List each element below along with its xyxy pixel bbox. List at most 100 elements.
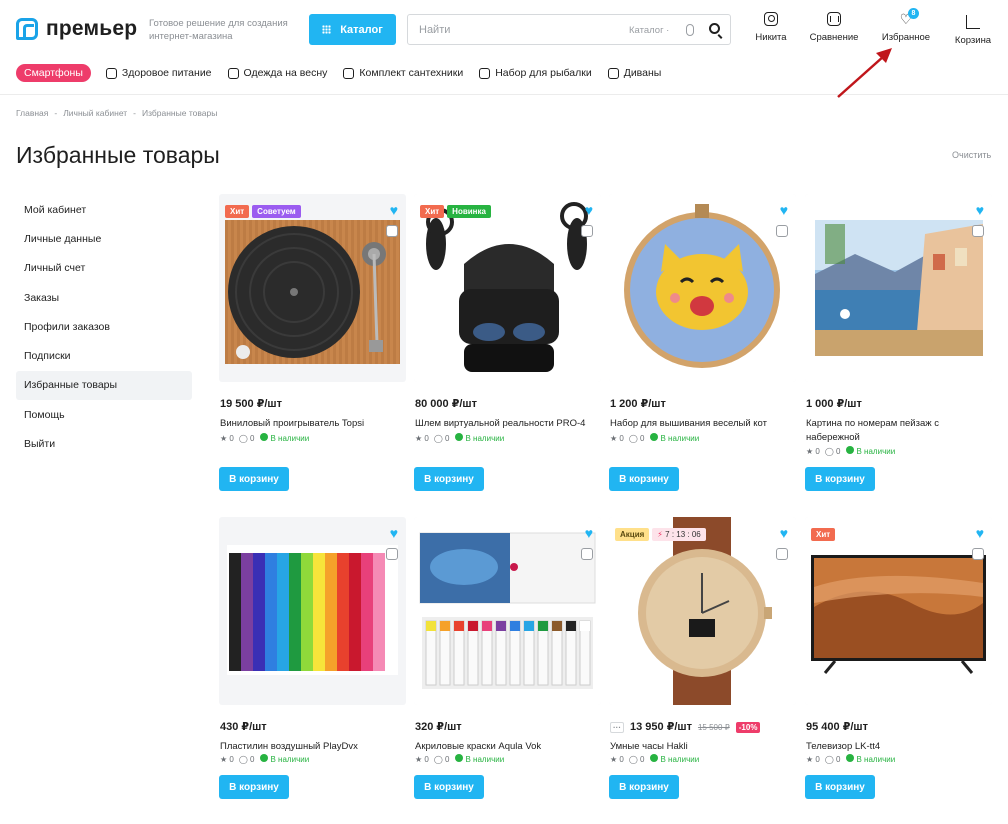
favorite-heart-icon[interactable]: ♥ bbox=[585, 203, 593, 217]
compare-icon[interactable] bbox=[972, 548, 984, 560]
product-name[interactable]: Виниловый проигрыватель Topsi bbox=[220, 417, 405, 431]
compare-icon[interactable] bbox=[386, 548, 398, 560]
microphone-icon[interactable] bbox=[686, 24, 694, 36]
breadcrumb-account[interactable]: Личный кабинет bbox=[63, 108, 127, 118]
product-meta: ★ 0 ◯ 0 В наличии bbox=[220, 433, 309, 443]
reviews-icon: ◯ bbox=[238, 754, 251, 764]
rating-value: 0 bbox=[229, 433, 234, 443]
category-item[interactable]: Диваны bbox=[607, 67, 662, 79]
apple-icon bbox=[105, 67, 117, 79]
product-name[interactable]: Телевизор LK-tt4 bbox=[806, 740, 991, 754]
product-name[interactable]: Картина по номерам пейзаж с набережной bbox=[806, 417, 991, 445]
search-scope-select[interactable]: Каталог · bbox=[629, 25, 669, 36]
add-to-cart-button[interactable]: В корзину bbox=[414, 467, 484, 491]
product-badges: Хит Новинка bbox=[420, 205, 491, 218]
header-favorites[interactable]: ♡ 8 Избранное bbox=[878, 8, 934, 43]
product-name[interactable]: Пластилин воздушный PlayDvx bbox=[220, 740, 405, 754]
check-icon bbox=[649, 754, 658, 762]
category-item[interactable]: Набор для рыбалки bbox=[479, 67, 592, 79]
add-to-cart-button[interactable]: В корзину bbox=[805, 467, 875, 491]
category-item[interactable]: Одежда на весну bbox=[227, 67, 328, 79]
favorite-heart-icon[interactable]: ♥ bbox=[976, 526, 984, 540]
product-image[interactable]: ♥ bbox=[414, 517, 601, 705]
add-to-cart-button[interactable]: В корзину bbox=[219, 775, 289, 799]
add-to-cart-button[interactable]: В корзину bbox=[609, 775, 679, 799]
compare-icon[interactable] bbox=[776, 548, 788, 560]
clear-favorites-link[interactable]: Очистить bbox=[952, 150, 991, 160]
turntable-image bbox=[225, 220, 400, 364]
product-image[interactable]: ♥ bbox=[219, 517, 406, 705]
check-icon bbox=[649, 433, 658, 441]
product-name[interactable]: Акриловые краски Aqula Vok bbox=[415, 740, 600, 754]
sidebar-item-orders[interactable]: Заказы bbox=[16, 283, 192, 312]
category-item[interactable]: Здоровое питание bbox=[105, 67, 212, 79]
add-to-cart-button[interactable]: В корзину bbox=[414, 775, 484, 799]
sale-timer-value: 7 : 13 : 06 bbox=[665, 530, 701, 539]
product-image[interactable]: Акция ⚡ 7 : 13 : 06 ♥ bbox=[609, 517, 796, 705]
header: премьер Готовое решение для создания инт… bbox=[0, 0, 1008, 56]
header-compare[interactable]: Сравнение bbox=[805, 12, 863, 43]
compare-icon[interactable] bbox=[972, 225, 984, 237]
add-to-cart-button[interactable]: В корзину bbox=[805, 775, 875, 799]
add-to-cart-button[interactable]: В корзину bbox=[609, 467, 679, 491]
breadcrumb-current: Избранные товары bbox=[142, 108, 218, 118]
favorite-heart-icon[interactable]: ♥ bbox=[390, 526, 398, 540]
header-cart[interactable]: Корзина bbox=[951, 12, 995, 46]
category-bar: Смартфоны Здоровое питание Одежда на вес… bbox=[16, 63, 677, 83]
breadcrumb-home[interactable]: Главная bbox=[16, 108, 48, 118]
badge-hit: Хит bbox=[811, 528, 836, 541]
compare-icon[interactable] bbox=[581, 548, 593, 560]
product-image[interactable]: Хит Новинка ♥ bbox=[414, 194, 601, 382]
search-icon[interactable] bbox=[709, 23, 720, 34]
header-profile[interactable]: Никита bbox=[752, 12, 790, 43]
product-name[interactable]: Умные часы Hakli bbox=[610, 740, 795, 754]
product-image[interactable]: ♥ bbox=[805, 194, 992, 382]
stock-status: В наличии bbox=[649, 433, 700, 443]
more-options-icon[interactable]: ··· bbox=[610, 722, 624, 733]
stock-label: В наличии bbox=[270, 755, 310, 764]
compare-icon[interactable] bbox=[776, 225, 788, 237]
sidebar-item-favorites[interactable]: Избранные товары bbox=[16, 370, 192, 401]
product-image[interactable]: ♥ bbox=[609, 194, 796, 382]
category-item[interactable]: Комплект сантехники bbox=[343, 67, 463, 79]
header-divider bbox=[0, 94, 1008, 95]
product-price: 1 200 ₽/шт bbox=[610, 398, 666, 410]
brand-name: премьер bbox=[46, 17, 138, 40]
sidebar-item-personal-data[interactable]: Личные данные bbox=[16, 224, 192, 253]
stock-label: В наличии bbox=[660, 434, 700, 443]
category-label: Одежда на весну bbox=[243, 67, 328, 79]
favorite-heart-icon[interactable]: ♥ bbox=[976, 203, 984, 217]
search-box[interactable]: Найти Каталог · bbox=[407, 14, 731, 45]
sidebar-item-my-account[interactable]: Мой кабинет bbox=[16, 195, 192, 224]
category-pill-featured[interactable]: Смартфоны bbox=[16, 64, 91, 82]
stock-label: В наличии bbox=[270, 434, 310, 443]
product-image[interactable]: Хит Советуем ♥ bbox=[219, 194, 406, 382]
add-to-cart-button[interactable]: В корзину bbox=[219, 467, 289, 491]
lightning-icon: ⚡ bbox=[657, 530, 666, 539]
heart-icon: ♡ 8 bbox=[899, 8, 919, 26]
sidebar-item-help[interactable]: Помощь bbox=[16, 400, 192, 429]
sidebar-item-balance[interactable]: Личный счет bbox=[16, 254, 192, 283]
favorite-heart-icon[interactable]: ♥ bbox=[780, 203, 788, 217]
favorite-heart-icon[interactable]: ♥ bbox=[390, 203, 398, 217]
star-icon: ★ bbox=[415, 754, 425, 764]
sidebar-item-subscriptions[interactable]: Подписки bbox=[16, 341, 192, 370]
product-meta: ★ 0 ◯ 0 В наличии bbox=[610, 433, 699, 443]
sidebar-item-logout[interactable]: Выйти bbox=[16, 429, 192, 458]
reviews-count: 0 bbox=[836, 754, 841, 764]
compare-icon[interactable] bbox=[386, 225, 398, 237]
favorite-heart-icon[interactable]: ♥ bbox=[780, 526, 788, 540]
logo[interactable]: премьер bbox=[16, 17, 137, 41]
favorite-heart-icon[interactable]: ♥ bbox=[585, 526, 593, 540]
compare-icon[interactable] bbox=[581, 225, 593, 237]
product-name[interactable]: Набор для вышивания веселый кот bbox=[610, 417, 795, 431]
page-title: Избранные товары bbox=[16, 142, 220, 168]
catalog-button[interactable]: Каталог bbox=[309, 14, 396, 45]
search-input[interactable]: Найти bbox=[419, 24, 450, 36]
product-name[interactable]: Шлем виртуальной реальности PRO-4 bbox=[415, 417, 600, 431]
sidebar-item-order-profiles[interactable]: Профили заказов bbox=[16, 312, 192, 341]
product-image[interactable]: Хит ♥ bbox=[805, 517, 992, 705]
category-label: Диваны bbox=[623, 67, 662, 79]
product-price: 13 950 ₽/шт bbox=[630, 721, 692, 733]
product-meta: ★ 0 ◯ 0 В наличии bbox=[610, 754, 699, 764]
